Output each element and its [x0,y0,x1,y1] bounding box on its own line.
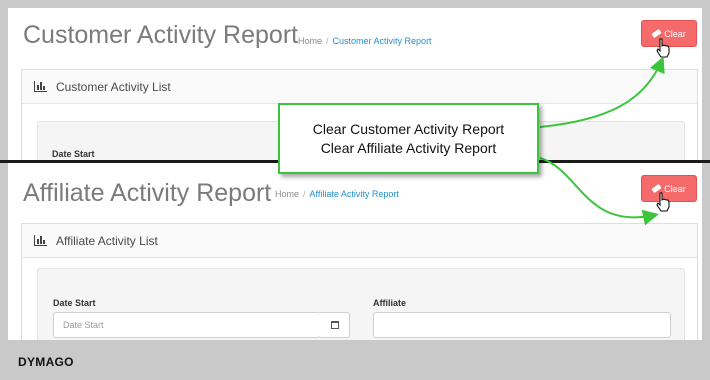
screenshot-frame: Customer Activity Report Home / Customer A… [8,8,702,340]
affiliate-activity-panel: Affiliate Activity List Date Start Date … [21,223,698,340]
customer-breadcrumb: Home / Customer Activity Report [298,36,432,46]
callout-box: Clear Customer Activity Report Clear Aff… [278,103,539,174]
breadcrumb-customer-link[interactable]: Customer Activity Report [333,36,432,46]
customer-date-start-label: Date Start [52,149,95,159]
breadcrumb-affiliate-link[interactable]: Affiliate Activity Report [310,189,399,199]
date-start-input[interactable]: Date Start [53,312,321,338]
customer-page-title: Customer Activity Report [23,21,299,49]
affiliate-label: Affiliate [373,298,407,308]
affiliate-breadcrumb: Home / Affiliate Activity Report [275,189,399,199]
customer-page-header: Customer Activity Report Home / Customer A… [8,8,702,64]
customer-panel-title: Customer Activity List [56,79,171,94]
bar-chart-icon [34,81,47,92]
affiliate-input[interactable] [373,312,671,338]
eraser-icon [651,28,662,39]
hand-cursor-icon [656,192,670,212]
clear-button-label: Clear [664,28,686,39]
breadcrumb-home-link[interactable]: Home [298,36,322,46]
brand-label: DYMAGO [18,355,74,369]
affiliate-panel-heading: Affiliate Activity List [22,224,697,258]
callout-line-2: Clear Affiliate Activity Report [320,139,497,156]
affiliate-date-start-label: Date Start [53,298,96,308]
calendar-button[interactable] [320,312,350,338]
callout-line-1: Clear Customer Activity Report [312,120,505,137]
affiliate-page-title: Affiliate Activity Report [23,179,272,207]
affiliate-panel-title: Affiliate Activity List [56,233,158,248]
calendar-icon [330,321,339,329]
customer-panel-heading: Customer Activity List [22,70,697,104]
hand-cursor-icon [656,38,670,58]
breadcrumb-home-link[interactable]: Home [275,189,299,199]
bar-chart-icon [34,235,47,246]
affiliate-filter-box: Date Start Date Start Affiliate [37,268,685,340]
footer-bar: DYMAGO [0,340,710,380]
